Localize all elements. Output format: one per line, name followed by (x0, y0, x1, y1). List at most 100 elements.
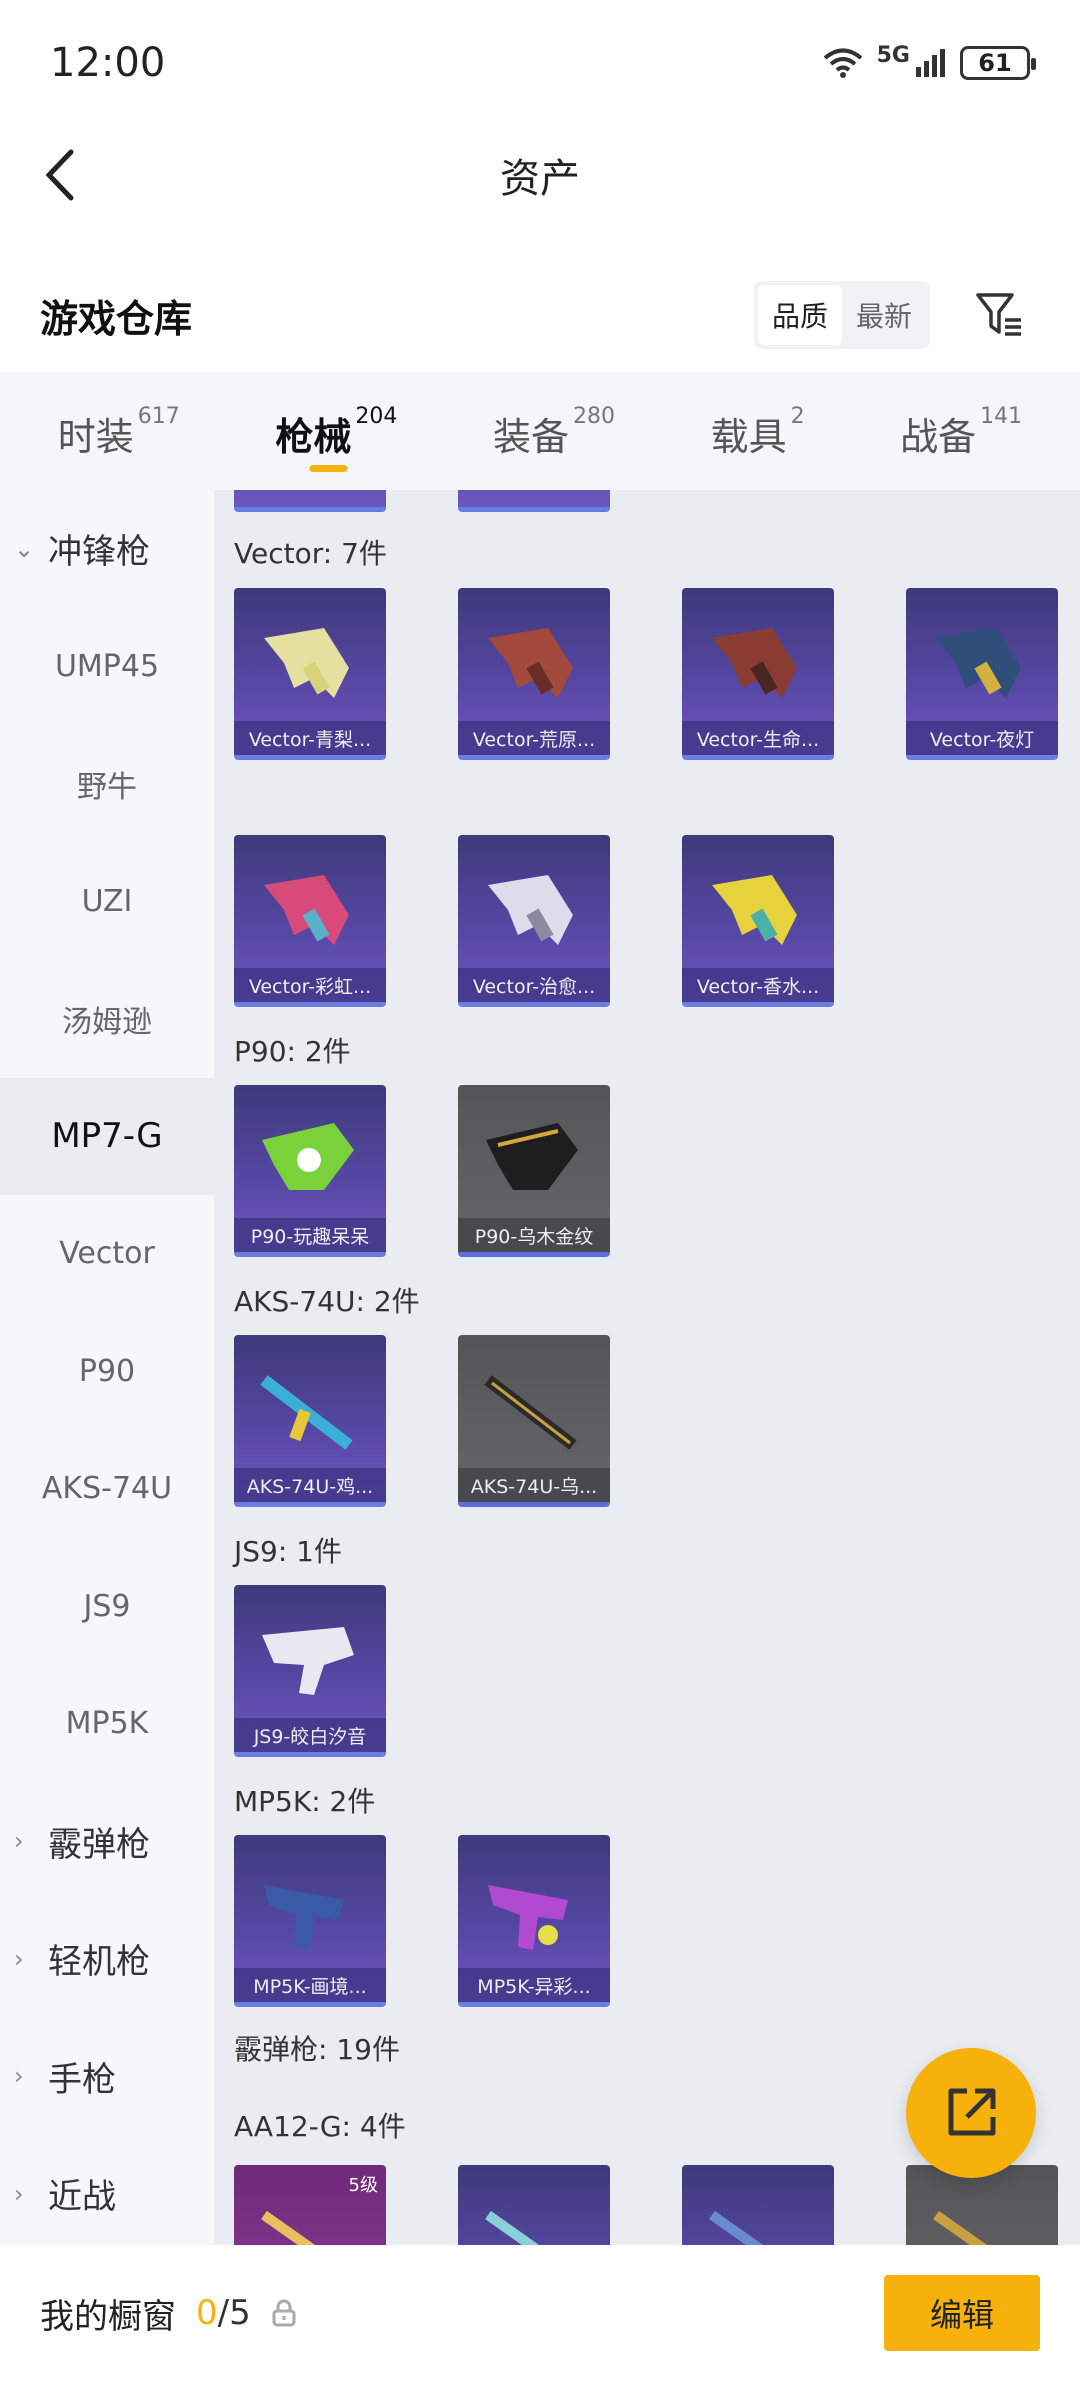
group-label-p90: P90: 2件 (234, 1035, 351, 1068)
gun-image (712, 628, 797, 698)
category-tabs: 时装 617 枪械 204 装备 280 载具 2 战备 141 (0, 372, 1080, 490)
item-name: AKS-74U-鸡... (234, 1468, 386, 1502)
item-card[interactable]: JS9-皎白汐音 (234, 1585, 386, 1757)
item-card[interactable]: Vector-荒原... (458, 588, 610, 760)
item-card[interactable] (458, 490, 610, 512)
status-time: 12:00 (50, 39, 166, 86)
sidebar-item-js9[interactable]: JS9 (0, 1548, 214, 1666)
item-card[interactable]: Vector-生命... (682, 588, 834, 760)
sidebar-item-label: 霰弹枪 (48, 1824, 150, 1865)
lock-icon (272, 2299, 296, 2327)
warehouse-title: 游戏仓库 (40, 296, 193, 341)
back-button[interactable] (30, 145, 90, 205)
item-card[interactable]: Vector-青梨... (234, 588, 386, 760)
gun-image (488, 628, 573, 698)
sidebar-item-ump45[interactable]: UMP45 (0, 608, 214, 726)
group-label-js9: JS9: 1件 (234, 1535, 342, 1568)
item-card[interactable]: P90-乌木金纹 (458, 1085, 610, 1257)
gun-image (264, 1885, 344, 1950)
sidebar-item-vector[interactable]: Vector (0, 1195, 214, 1313)
status-icons: 5G 61 (823, 43, 1036, 80)
network-type: 5G (876, 43, 910, 68)
item-card[interactable]: Vector-治愈... (458, 835, 610, 1007)
sidebar-item-melee[interactable]: › 近战 (0, 2135, 214, 2253)
edit-button[interactable]: 编辑 (884, 2275, 1040, 2351)
gun-image (264, 875, 349, 945)
sort-quality[interactable]: 品质 (757, 285, 842, 345)
gun-image (261, 2210, 316, 2245)
chevron-right-icon: › (14, 2062, 24, 2091)
showcase-total: /5 (217, 2293, 251, 2333)
item-card[interactable] (234, 490, 386, 512)
sidebar-item-uzi[interactable]: UZI (0, 843, 214, 961)
sidebar-item-label: 轻机枪 (48, 1942, 150, 1983)
sidebar-item-lmg[interactable]: › 轻机枪 (0, 1900, 214, 2018)
item-name: Vector-治愈... (458, 968, 610, 1002)
sort-newest[interactable]: 最新 (842, 285, 926, 345)
gun-image (488, 875, 573, 945)
sidebar-item-bizon[interactable]: 野牛 (0, 725, 214, 843)
back-arrow-icon (45, 149, 74, 201)
sidebar-item-label: 手枪 (48, 2059, 116, 2100)
tab-vehicles[interactable]: 载具 2 (711, 396, 805, 466)
sidebar-item-aks74u[interactable]: AKS-74U (0, 1430, 214, 1548)
gun-image (264, 628, 349, 698)
item-card[interactable]: Vector-香水... (682, 835, 834, 1007)
wifi-icon (823, 48, 862, 78)
gun-image (488, 1885, 568, 1950)
tab-count: 204 (355, 404, 398, 429)
tab-fashion[interactable]: 时装 617 (58, 396, 180, 466)
item-card[interactable]: MP5K-画境... (234, 1835, 386, 2007)
sidebar-item-thompson[interactable]: 汤姆逊 (0, 960, 214, 1078)
sidebar-item-mp5k[interactable]: MP5K (0, 1665, 214, 1783)
item-name: Vector-生命... (682, 721, 834, 755)
external-link-icon (948, 2088, 996, 2136)
active-tab-indicator (309, 465, 348, 472)
tab-label: 载具 (710, 415, 787, 459)
item-name: Vector-香水... (682, 968, 834, 1002)
sidebar-item-mp7g[interactable]: MP7-G (0, 1077, 214, 1195)
group-label-aks74u: AKS-74U: 2件 (234, 1285, 420, 1318)
chevron-down-icon: ⌄ (14, 534, 35, 563)
sidebar-item-pistol[interactable]: › 手枪 (0, 2018, 214, 2136)
item-card[interactable] (682, 2165, 834, 2245)
item-card[interactable]: AKS-74U-乌... (458, 1335, 610, 1507)
item-name: Vector-荒原... (458, 721, 610, 755)
gun-image (260, 1375, 353, 1450)
sidebar-item-p90[interactable]: P90 (0, 1313, 214, 1431)
item-card[interactable]: P90-玩趣呆呆 (234, 1085, 386, 1257)
item-name: Vector-青梨... (234, 721, 386, 755)
tab-firearms[interactable]: 枪械 204 (275, 396, 398, 472)
tab-label: 时装 (57, 415, 134, 459)
item-card[interactable]: Vector-彩虹... (234, 835, 386, 1007)
item-card[interactable]: 5级 (234, 2165, 386, 2245)
gun-image (486, 1123, 578, 1190)
signal-icon (916, 48, 945, 77)
group-label-shotgun: 霰弹枪: 19件 (234, 2033, 400, 2066)
gun-image (484, 1375, 577, 1450)
tab-equipment[interactable]: 装备 280 (493, 396, 615, 466)
tab-supplies[interactable]: 战备 141 (900, 396, 1022, 466)
sidebar-item-smg[interactable]: ⌄ 冲锋枪 (0, 490, 214, 608)
weapon-type-sidebar: ⌄ 冲锋枪 UMP45 野牛 UZI 汤姆逊 MP7-G Vector P90 … (0, 490, 214, 2245)
page-title: 资产 (500, 156, 580, 202)
item-card[interactable]: MP5K-异彩... (458, 1835, 610, 2007)
item-name: Vector-夜灯 (906, 721, 1058, 755)
gun-image (485, 2210, 540, 2245)
item-card[interactable]: Vector-夜灯 (906, 588, 1058, 760)
tab-label: 战备 (900, 415, 977, 459)
sidebar-item-label: Vector (59, 1236, 155, 1272)
item-name: P90-乌木金纹 (458, 1218, 610, 1252)
showcase-current: 0 (196, 2293, 218, 2333)
item-card[interactable]: AKS-74U-鸡... (234, 1335, 386, 1507)
gun-image (712, 875, 797, 945)
share-button[interactable] (906, 2048, 1036, 2178)
sidebar-item-shotgun[interactable]: › 霰弹枪 (0, 1783, 214, 1901)
filter-button[interactable] (970, 285, 1030, 345)
sidebar-item-label: MP7-G (51, 1116, 163, 1157)
group-label-aa12: AA12-G: 4件 (234, 2110, 406, 2143)
item-card[interactable] (458, 2165, 610, 2245)
gun-image (709, 2210, 764, 2245)
group-label-vector: Vector: 7件 (234, 537, 387, 570)
nav-bar: 资产 (0, 125, 1080, 225)
